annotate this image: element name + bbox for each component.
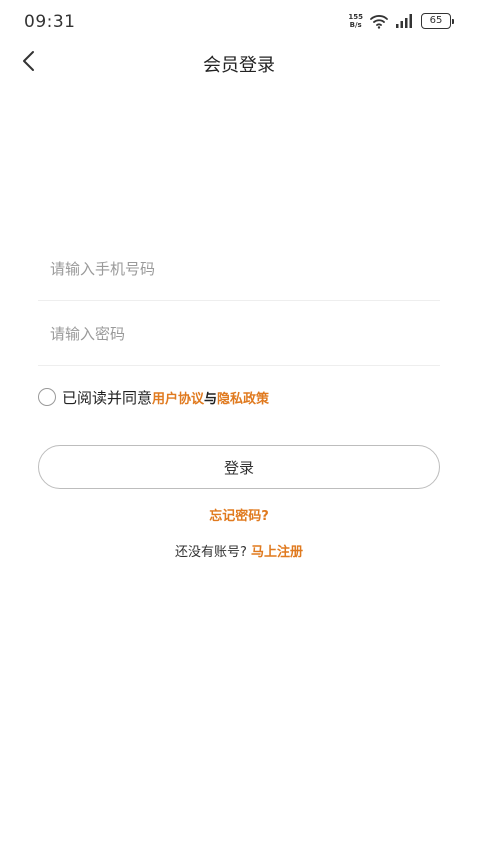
status-time: 09:31 xyxy=(24,12,76,32)
privacy-policy-link[interactable]: 隐私政策 xyxy=(217,388,269,407)
forgot-password-row: 忘记密码? xyxy=(0,505,478,524)
register-row: 还没有账号? 马上注册 xyxy=(0,541,478,560)
battery-icon: 65 xyxy=(421,13,454,29)
agreement-prefix: 已阅读并同意 xyxy=(62,388,153,407)
page-title: 会员登录 xyxy=(203,55,275,76)
network-speed: 155 B/s xyxy=(348,13,363,29)
register-prompt: 还没有账号? xyxy=(174,545,247,560)
password-input[interactable] xyxy=(50,319,430,349)
phone-field xyxy=(38,240,440,301)
battery-level: 65 xyxy=(421,13,451,29)
network-speed-unit: B/s xyxy=(349,21,362,29)
status-bar: 09:31 155 B/s 65 xyxy=(0,0,478,42)
network-speed-value: 155 xyxy=(348,13,363,21)
battery-tip xyxy=(452,18,454,24)
header: 会员登录 xyxy=(0,42,478,84)
phone-input[interactable] xyxy=(50,254,430,284)
forgot-password-link[interactable]: 忘记密码? xyxy=(209,509,269,524)
wifi-icon xyxy=(369,13,389,29)
login-screen: 09:31 155 B/s 65 会员登录 请输入手机号码 已阅读并同意 用户协… xyxy=(0,0,478,850)
agreement-row: 已阅读并同意 用户协议 与 隐私政策 xyxy=(38,385,269,409)
agreement-and: 与 xyxy=(204,391,218,407)
password-field xyxy=(38,305,440,366)
user-agreement-link[interactable]: 用户协议 xyxy=(152,388,204,407)
agreement-checkbox[interactable] xyxy=(38,388,56,406)
register-link[interactable]: 马上注册 xyxy=(251,545,303,560)
status-icons: 155 B/s 65 xyxy=(348,11,454,31)
login-button[interactable]: 登录 xyxy=(38,445,440,489)
signal-icon xyxy=(395,14,415,28)
